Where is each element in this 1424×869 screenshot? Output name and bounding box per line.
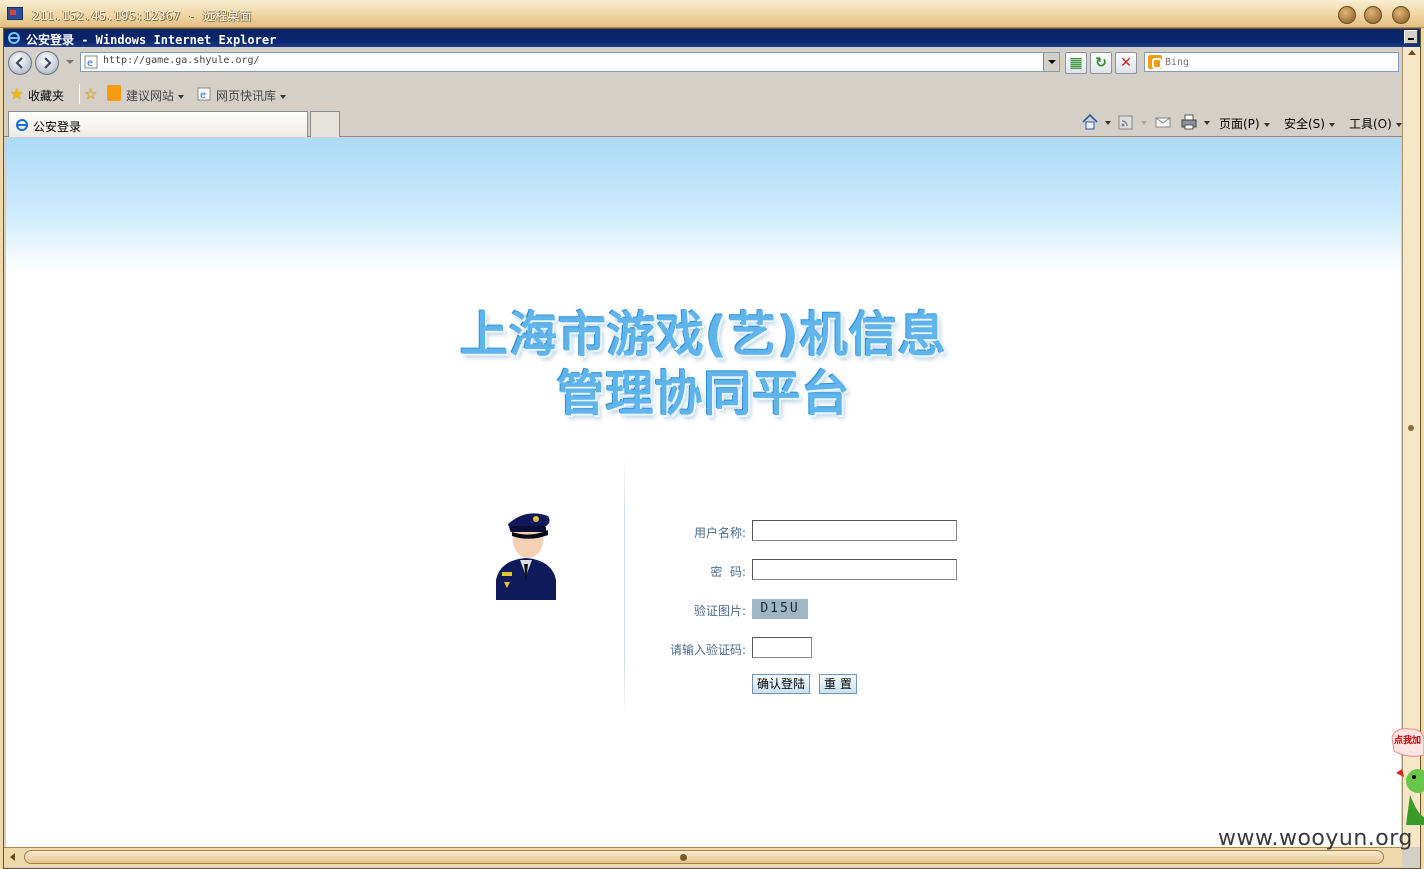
refresh-button[interactable]: ↻ <box>1090 52 1112 74</box>
minimize-button[interactable] <box>1338 6 1356 24</box>
back-button[interactable] <box>8 51 32 75</box>
compatibility-view-button[interactable]: ▦ <box>1065 52 1087 74</box>
svg-text:e: e <box>200 90 206 101</box>
web-slice-gallery-link[interactable]: 网页快讯库 <box>216 87 287 104</box>
home-dropdown[interactable] <box>1101 115 1111 129</box>
captcha-image[interactable]: D15U <box>752 599 808 619</box>
tab-label: 公安登录 <box>33 120 82 134</box>
forward-button[interactable] <box>35 51 59 75</box>
reset-button[interactable]: 重 置 <box>819 674 857 694</box>
address-text: http://game.ga.shyule.org/ <box>103 55 260 66</box>
form-divider <box>624 458 625 718</box>
remote-desktop-titlebar: 211.152.45.195:12367 - 远程桌面 <box>0 0 1424 28</box>
captcha-input[interactable] <box>752 637 812 658</box>
favorites-button[interactable]: 收藏夹 <box>28 87 64 104</box>
address-bar-row: e http://game.ga.shyule.org/ ▦ ↻ ✕ <box>4 47 1402 79</box>
password-input[interactable] <box>752 559 957 580</box>
add-favorite-icon[interactable]: ☆ <box>84 87 97 102</box>
print-icon[interactable] <box>1180 113 1198 131</box>
remote-desktop-icon <box>7 7 23 20</box>
address-dropdown-button[interactable] <box>1043 53 1059 71</box>
feeds-icon[interactable] <box>1117 113 1135 131</box>
scroll-left-icon[interactable] <box>10 853 15 861</box>
tab-bar: 公安登录 页面(P) 安全(S) 工具(O) <box>4 109 1402 137</box>
suggested-sites-icon <box>107 85 121 101</box>
mail-icon[interactable] <box>1154 113 1172 131</box>
stop-button[interactable]: ✕ <box>1115 52 1137 74</box>
tab-police-login[interactable]: 公安登录 <box>8 111 308 137</box>
scroll-up-icon[interactable] <box>1408 50 1416 55</box>
floating-ad-label: 点我加 <box>1394 736 1422 746</box>
browser-window: 公安登录 - Windows Internet Explorer e http:… <box>3 28 1421 869</box>
restore-button[interactable] <box>1364 6 1382 24</box>
forward-arrow-icon <box>44 57 52 69</box>
suggested-sites-link[interactable]: 建议网站 <box>126 87 185 104</box>
username-label: 用户名称: <box>693 526 746 540</box>
horizontal-scroll-thumb[interactable] <box>680 854 687 861</box>
floating-ad[interactable]: 点我加 <box>1390 725 1424 825</box>
history-dropdown-icon[interactable] <box>66 60 74 64</box>
scroll-track[interactable] <box>24 850 1384 864</box>
close-button[interactable] <box>1392 6 1410 24</box>
browser-minimize-button[interactable] <box>1404 30 1418 44</box>
tab-page-icon <box>16 119 28 131</box>
password-label: 密 码: <box>710 565 746 579</box>
page-title-line2: 管理协同平台 <box>556 366 851 422</box>
header-banner <box>6 138 1401 273</box>
address-field[interactable]: e http://game.ga.shyule.org/ <box>80 52 1060 72</box>
page-content: 上海市游戏(艺)机信息 管理协同平台 用户名称: 密 码: 验证图片: D15U… <box>6 138 1401 848</box>
tools-menu[interactable]: 工具(O) <box>1349 115 1402 132</box>
search-box[interactable] <box>1144 52 1399 72</box>
back-arrow-icon <box>15 57 23 69</box>
page-icon: e <box>84 55 98 69</box>
web-slice-icon: e <box>197 87 211 101</box>
home-icon[interactable] <box>1081 113 1099 131</box>
safety-menu[interactable]: 安全(S) <box>1284 115 1335 132</box>
print-dropdown[interactable] <box>1200 115 1210 129</box>
browser-title: 公安登录 - Windows Internet Explorer <box>26 33 277 47</box>
page-title-line1: 上海市游戏(艺)机信息 <box>460 307 947 363</box>
favorites-bar: ★ 收藏夹 ☆ 建议网站 e 网页快讯库 <box>4 79 1402 109</box>
captcha-input-label: 请输入验证码: <box>669 643 746 657</box>
favorites-separator <box>79 84 80 104</box>
svg-text:e: e <box>87 58 93 69</box>
captcha-image-label: 验证图片: <box>693 604 746 618</box>
new-tab-button[interactable] <box>310 111 340 137</box>
ie-logo-icon <box>8 32 20 44</box>
username-input[interactable] <box>752 520 957 541</box>
favorites-star-icon: ★ <box>10 85 24 103</box>
police-officer-avatar <box>496 513 556 600</box>
horizontal-scrollbar[interactable] <box>4 847 1402 867</box>
bing-icon <box>1148 55 1162 69</box>
page-menu[interactable]: 页面(P) <box>1219 115 1270 132</box>
browser-titlebar: 公安登录 - Windows Internet Explorer <box>4 29 1420 47</box>
feeds-dropdown[interactable] <box>1137 115 1147 129</box>
login-button[interactable]: 确认登陆 <box>752 674 811 694</box>
search-input[interactable] <box>1165 54 1393 70</box>
remote-desktop-title: 211.152.45.195:12367 - 远程桌面 <box>32 9 252 23</box>
watermark: www.wooyun.org <box>1218 826 1413 851</box>
scroll-thumb[interactable] <box>1408 425 1414 431</box>
